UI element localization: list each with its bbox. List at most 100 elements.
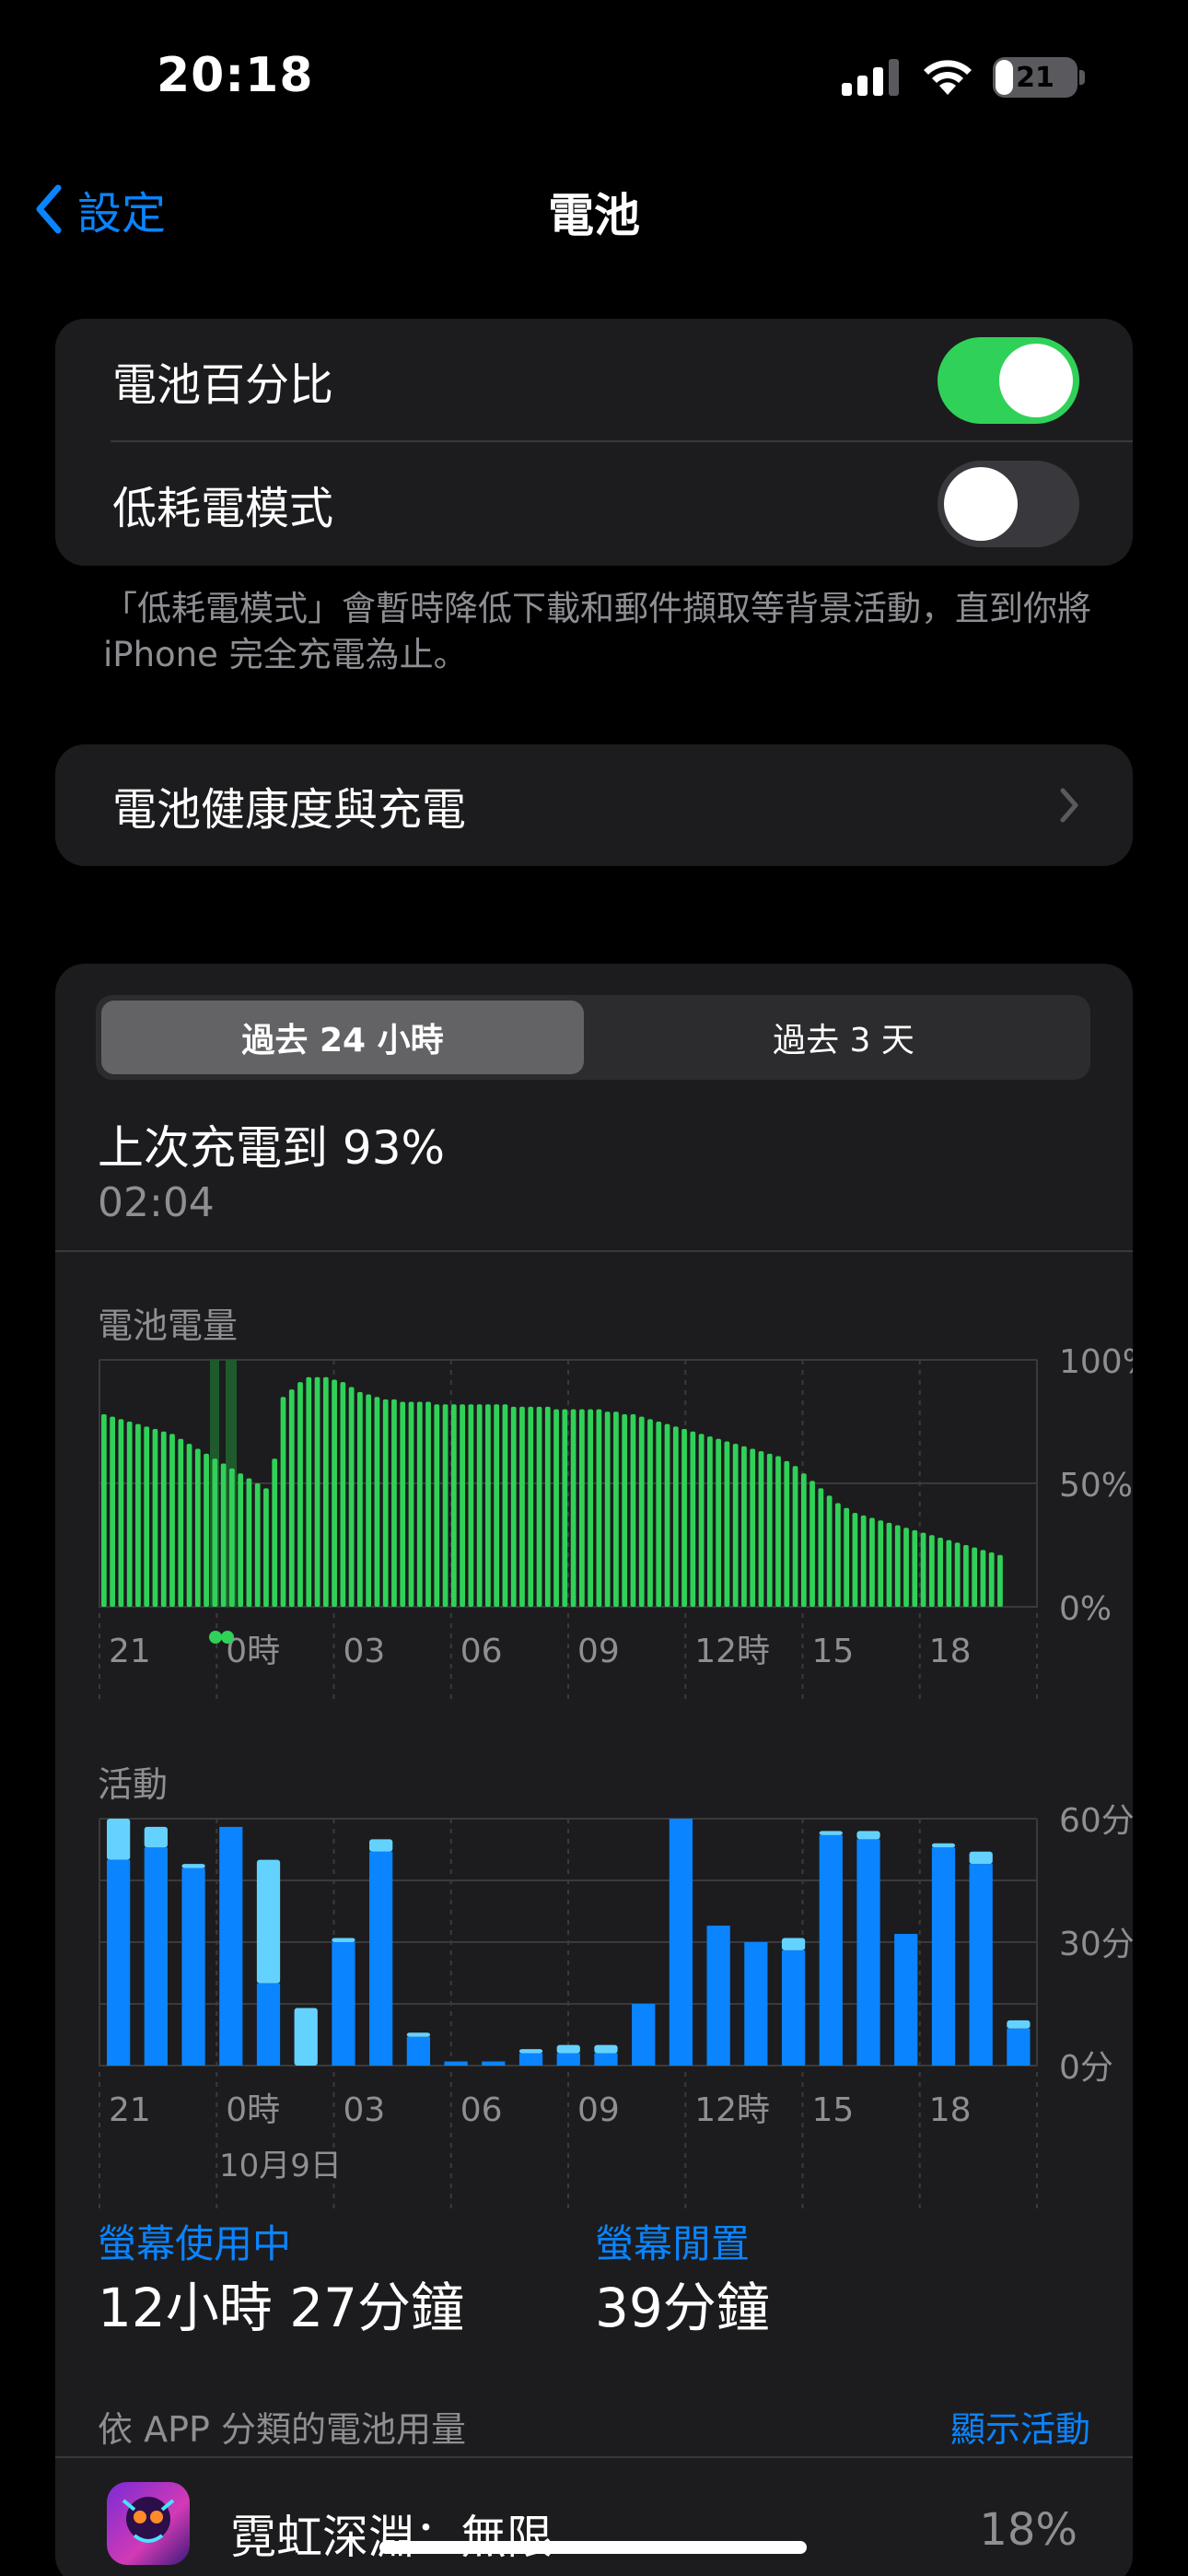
battery-percentage-toggle[interactable] xyxy=(938,337,1079,424)
app-usage-row[interactable]: 霓虹深淵：無限 18% xyxy=(55,2458,1133,2576)
y-tick-label: 0% xyxy=(1059,1590,1112,1628)
chevron-right-icon xyxy=(1060,788,1078,823)
activity-bar-screen-on xyxy=(856,1839,880,2066)
battery-bar xyxy=(750,1448,756,1607)
charging-marker xyxy=(221,1631,234,1644)
x-tick-label: 03 xyxy=(344,1633,386,1670)
home-indicator[interactable] xyxy=(379,2541,807,2554)
page-title: 電池 xyxy=(548,189,640,242)
low-power-toggle[interactable] xyxy=(938,461,1079,547)
x-tick-label: 09 xyxy=(577,1633,620,1670)
battery-bar xyxy=(314,1376,320,1607)
battery-bar xyxy=(562,1409,568,1607)
battery-bar xyxy=(690,1431,696,1607)
y-tick-label: 30分 xyxy=(1059,1926,1133,1963)
activity-bar-screen-off xyxy=(369,1839,393,1852)
activity-bar-screen-on xyxy=(669,1819,693,2066)
battery-bar xyxy=(152,1429,158,1607)
battery-bar xyxy=(434,1404,440,1607)
battery-bar xyxy=(204,1453,209,1607)
battery-bar xyxy=(400,1401,406,1607)
activity-bar-screen-on xyxy=(1007,2028,1031,2066)
battery-bar xyxy=(784,1460,790,1607)
battery-bar xyxy=(348,1387,355,1607)
battery-bar xyxy=(553,1409,559,1607)
x-tick-label: 09 xyxy=(577,2091,620,2129)
activity-bar-screen-off xyxy=(856,1831,880,1840)
battery-bar xyxy=(169,1434,175,1607)
battery-bar xyxy=(528,1406,534,1607)
battery-bar xyxy=(135,1423,141,1607)
tab-last-3-days[interactable]: 過去 3 天 xyxy=(602,1001,1085,1074)
activity-bar-screen-off xyxy=(931,1843,956,1848)
battery-bar xyxy=(681,1429,687,1607)
battery-bar xyxy=(997,1554,1003,1607)
battery-bar xyxy=(946,1540,952,1607)
battery-bar xyxy=(246,1478,252,1607)
y-tick-label: 50% xyxy=(1059,1467,1133,1505)
battery-bar xyxy=(494,1404,500,1607)
activity-bar-screen-off xyxy=(819,1831,843,1835)
battery-bar xyxy=(741,1446,747,1607)
battery-bar xyxy=(118,1419,124,1607)
app-percent: 18% xyxy=(979,2504,1077,2556)
battery-bar xyxy=(570,1409,577,1607)
x-tick-label: 15 xyxy=(812,1633,855,1670)
battery-bar xyxy=(101,1413,107,1607)
battery-bar xyxy=(980,1550,986,1607)
battery-bar xyxy=(144,1426,150,1607)
battery-bar xyxy=(707,1436,713,1607)
battery-bar xyxy=(366,1394,372,1607)
activity-bar-screen-on xyxy=(219,1826,243,2066)
tab-last-24-hours[interactable]: 過去 24 小時 xyxy=(101,1001,584,1074)
x-tick-label: 18 xyxy=(929,1633,972,1670)
activity-bar-screen-off xyxy=(556,2044,580,2054)
battery-bar xyxy=(322,1376,329,1607)
battery-bar xyxy=(391,1399,397,1607)
battery-bar xyxy=(332,1379,337,1607)
activity-bar-screen-on xyxy=(332,1942,355,2066)
activity-bar-screen-on xyxy=(518,2053,543,2066)
battery-bar xyxy=(229,1468,235,1607)
activity-bar-screen-off xyxy=(181,1864,205,1868)
x-tick-label: 12時 xyxy=(694,1633,770,1670)
battery-bar xyxy=(519,1406,525,1607)
y-tick-label: 100% xyxy=(1059,1343,1133,1381)
battery-bar xyxy=(903,1528,909,1607)
battery-bar xyxy=(596,1409,602,1607)
battery-bar xyxy=(502,1404,508,1607)
battery-bar xyxy=(263,1488,269,1607)
battery-bar xyxy=(988,1552,995,1607)
activity-bar-screen-on xyxy=(369,1851,393,2066)
activity-bar-screen-on xyxy=(107,1859,131,2066)
activity-bar-screen-on xyxy=(819,1834,843,2066)
activity-chart[interactable]: 60分 30分 0分 21 0時 03 06 09 12時 15 18 10月9日 xyxy=(55,1798,1133,2213)
battery-bar xyxy=(938,1537,943,1607)
battery-bar xyxy=(178,1438,184,1607)
activity-bar-screen-off xyxy=(781,1938,806,1950)
battery-bar xyxy=(664,1423,670,1607)
activity-bar-screen-on xyxy=(444,2061,468,2066)
battery-health-row[interactable]: 電池健康度與充電 xyxy=(55,744,1133,866)
battery-bar xyxy=(622,1413,628,1607)
battery-bar xyxy=(732,1444,739,1607)
activity-bar-screen-on xyxy=(256,1983,281,2066)
battery-bar xyxy=(886,1522,892,1607)
battery-bar xyxy=(647,1419,653,1607)
battery-level-chart[interactable]: 100% 50% 0% 21 0時 03 06 09 12時 15 18 xyxy=(55,1340,1133,1727)
last-charge-time: 02:04 xyxy=(98,1179,215,1226)
show-activity-button[interactable]: 顯示活動 xyxy=(950,2401,1090,2452)
battery-bar xyxy=(126,1422,133,1607)
battery-level: 21 xyxy=(1016,61,1054,94)
battery-bar xyxy=(194,1448,201,1607)
battery-bar xyxy=(638,1416,645,1607)
activity-bar-screen-on xyxy=(144,1847,168,2066)
battery-bar xyxy=(775,1456,781,1607)
battery-bar xyxy=(485,1404,491,1607)
battery-bar xyxy=(382,1399,389,1607)
battery-bar xyxy=(613,1411,619,1607)
battery-bar xyxy=(869,1517,875,1607)
battery-bar xyxy=(920,1532,926,1607)
battery-bar xyxy=(476,1404,483,1607)
battery-bar xyxy=(912,1529,918,1607)
